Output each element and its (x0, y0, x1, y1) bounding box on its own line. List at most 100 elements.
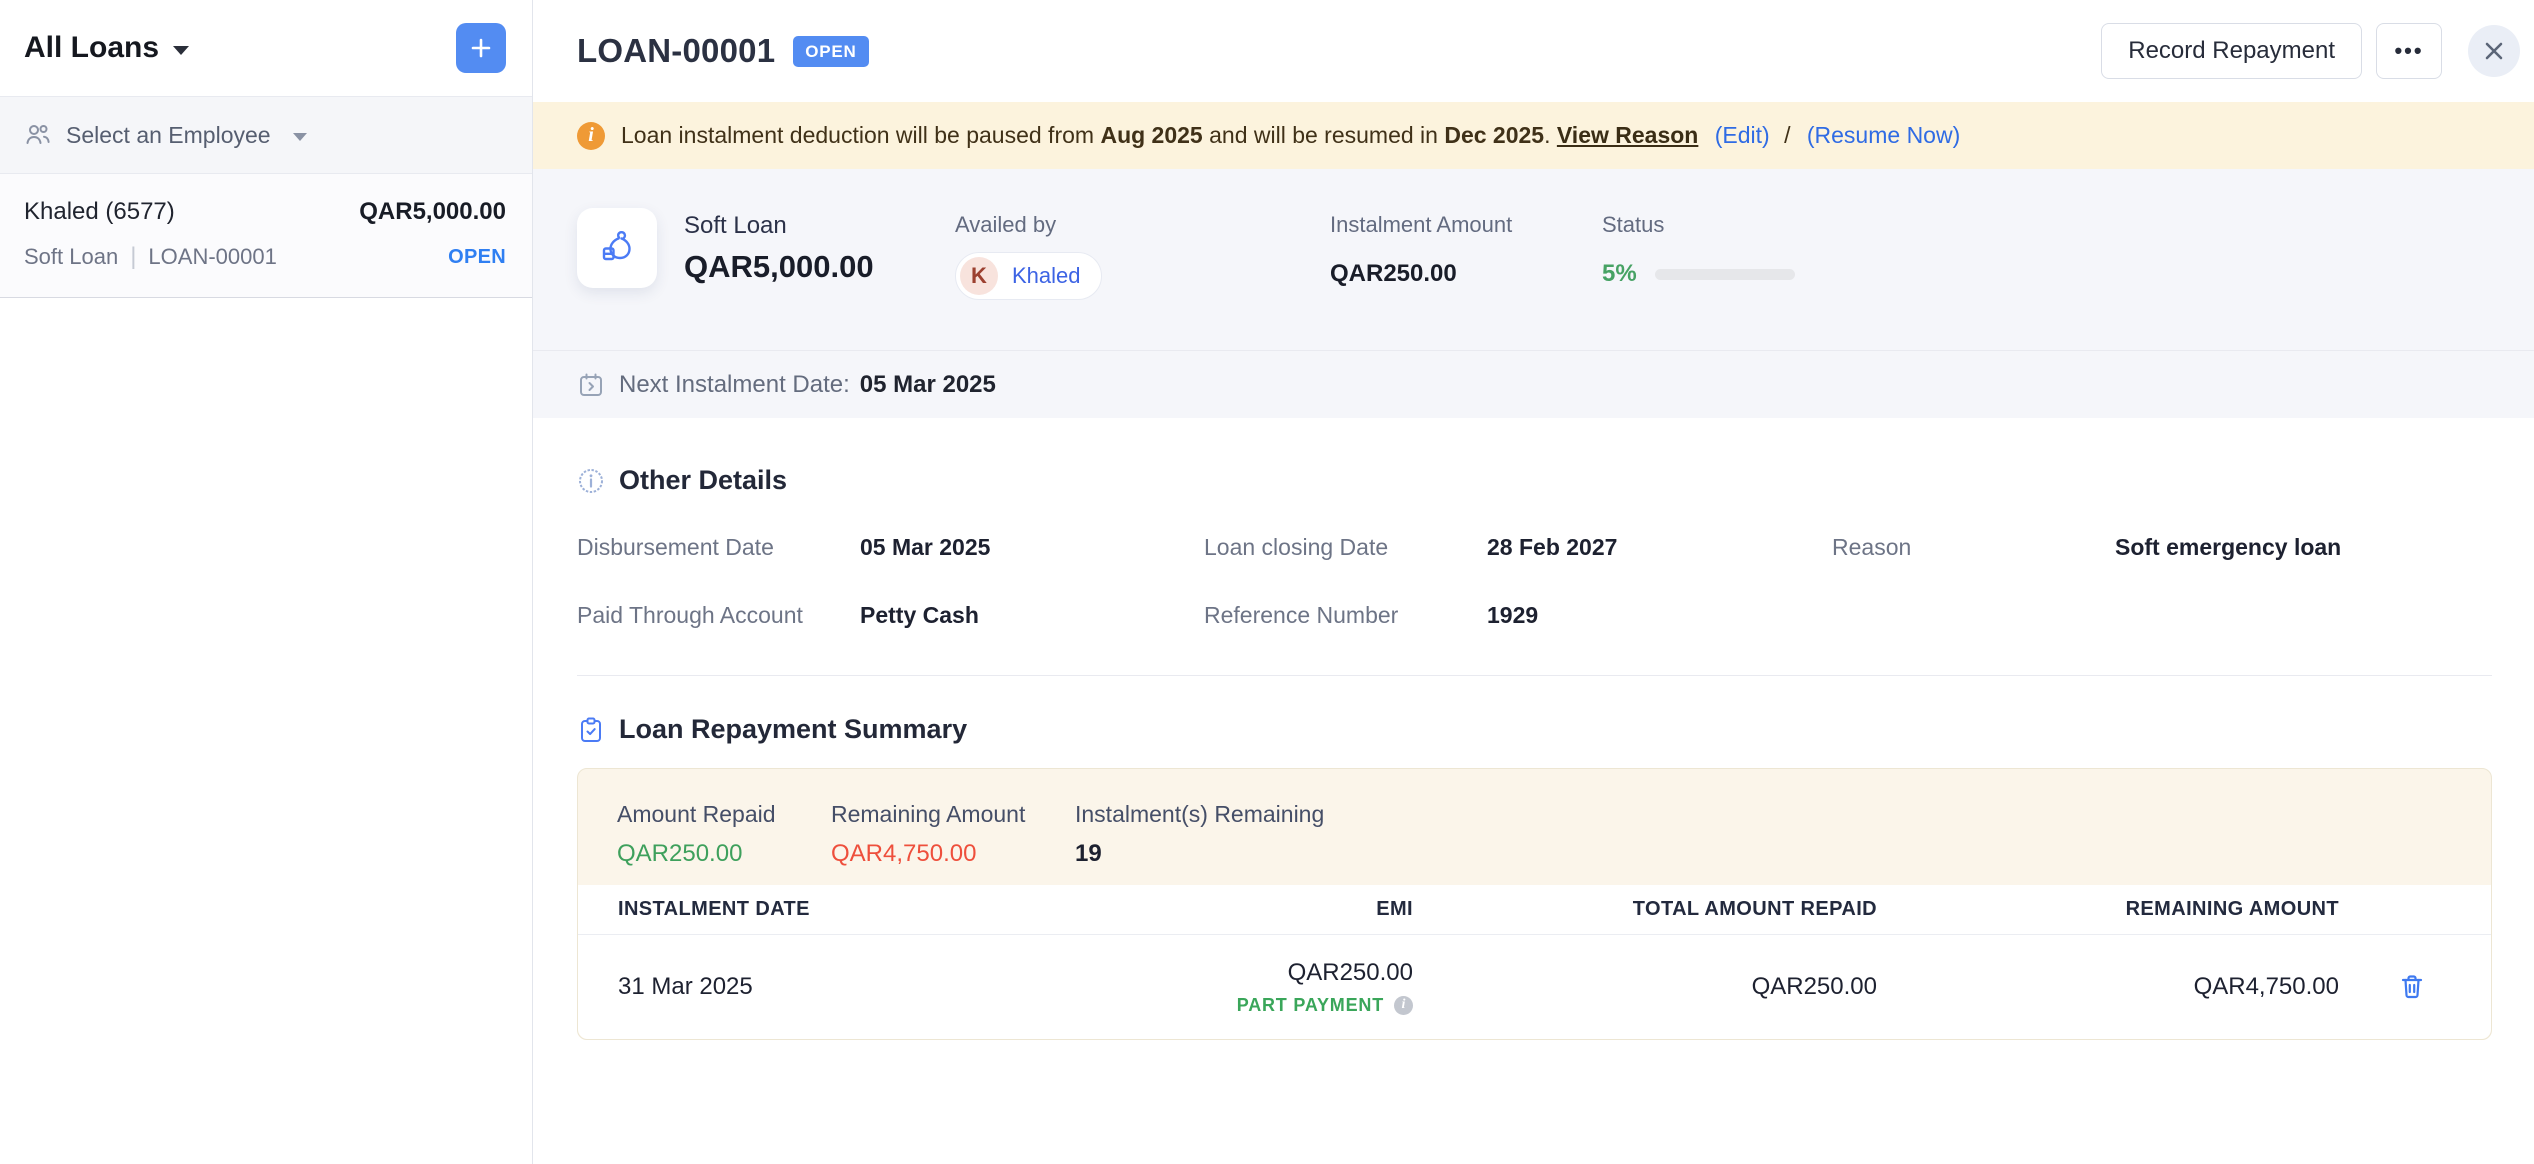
other-details-title: Other Details (619, 465, 787, 496)
stat-value: 19 (1075, 840, 1324, 868)
banner-period: . (1544, 122, 1550, 148)
cell-total-repaid: QAR250.00 (1413, 973, 1877, 1001)
money-bag-icon (594, 225, 640, 271)
loan-amount: QAR5,000.00 (359, 198, 506, 226)
all-loans-dropdown[interactable]: All Loans (24, 31, 189, 65)
loan-status-open: OPEN (448, 246, 506, 269)
delete-repayment-button[interactable] (2397, 972, 2427, 1002)
next-instalment-value: 05 Mar 2025 (860, 371, 996, 399)
sidebar-header: All Loans (0, 0, 532, 97)
stat-value: QAR250.00 (617, 840, 831, 868)
col-header-emi: EMI (1018, 898, 1413, 921)
section-divider (577, 675, 2492, 676)
field-disbursement-date: Disbursement Date 05 Mar 2025 (577, 534, 1204, 561)
part-payment-info-icon[interactable]: i (1394, 996, 1413, 1015)
more-options-button[interactable]: ••• (2376, 23, 2442, 79)
field-loan-closing-date: Loan closing Date 28 Feb 2027 (1204, 534, 1832, 561)
loan-icon-card (577, 208, 657, 288)
loan-id: LOAN-00001 (148, 244, 276, 270)
instalment-amount-label: Instalment Amount (1330, 212, 1602, 238)
status-label: Status (1602, 212, 1795, 238)
availed-by-block: Availed by K Khaled (955, 212, 1330, 300)
next-instalment-label: Next Instalment Date: (619, 371, 850, 399)
field-label: Loan closing Date (1204, 534, 1487, 561)
loan-employee-name: Khaled (6577) (24, 198, 175, 226)
instalment-amount-block: Instalment Amount QAR250.00 (1330, 212, 1602, 288)
field-label: Reference Number (1204, 602, 1487, 629)
col-header-total-repaid: TOTAL AMOUNT REPAID (1413, 898, 1877, 921)
close-icon (2483, 40, 2505, 62)
close-button[interactable] (2468, 25, 2520, 77)
plus-icon (469, 36, 493, 60)
next-instalment-row: Next Instalment Date: 05 Mar 2025 (533, 350, 2534, 418)
field-value: Petty Cash (860, 602, 979, 629)
repayment-table: INSTALMENT DATE EMI TOTAL AMOUNT REPAID … (578, 885, 2491, 1039)
loan-type-label: Soft Loan (684, 212, 955, 240)
loan-detail-panel: LOAN-00001 OPEN Record Repayment ••• i L… (533, 0, 2534, 1164)
loan-summary-band: Soft Loan QAR5,000.00 Availed by K Khale… (533, 169, 2534, 350)
field-label: Reason (1832, 534, 2115, 561)
stat-instalments-remaining: Instalment(s) Remaining 19 (1075, 801, 1324, 885)
cell-remaining: QAR4,750.00 (1877, 973, 2339, 1001)
part-payment-tag: PART PAYMENT (1237, 995, 1384, 1016)
loan-type: Soft Loan (24, 244, 118, 270)
stat-label: Instalment(s) Remaining (1075, 801, 1324, 828)
employee-filter-label: Select an Employee (66, 122, 271, 149)
page-title: LOAN-00001 (577, 32, 775, 70)
emi-amount: QAR250.00 (1288, 959, 1413, 986)
banner-paused-month: Aug 2025 (1100, 122, 1202, 148)
status-badge: OPEN (793, 36, 868, 67)
banner-text: Loan instalment deduction will be paused… (621, 122, 1960, 149)
view-reason-link[interactable]: View Reason (1557, 122, 1698, 148)
repayment-stats: Amount Repaid QAR250.00 Remaining Amount… (578, 769, 2491, 885)
pause-warning-banner: i Loan instalment deduction will be paus… (533, 102, 2534, 169)
cell-emi: QAR250.00 PART PAYMENT i (1018, 959, 1413, 1016)
avatar: K (960, 257, 998, 295)
info-circle-icon (577, 467, 605, 495)
col-header-instalment-date: INSTALMENT DATE (578, 898, 1018, 921)
chevron-down-icon (173, 46, 189, 55)
stat-label: Amount Repaid (617, 801, 831, 828)
banner-slash: / (1784, 122, 1790, 148)
employee-filter-dropdown[interactable]: Select an Employee (0, 97, 532, 174)
availed-by-label: Availed by (955, 212, 1330, 238)
people-icon (24, 121, 52, 149)
resume-now-link[interactable]: (Resume Now) (1807, 122, 1960, 148)
field-reason: Reason Soft emergency loan (1832, 534, 2490, 561)
progress-bar (1655, 269, 1795, 280)
field-label: Disbursement Date (577, 534, 860, 561)
repayment-summary-title: Loan Repayment Summary (619, 714, 967, 745)
field-label: Paid Through Account (577, 602, 860, 629)
add-loan-button[interactable] (456, 23, 506, 73)
banner-resumed-month: Dec 2025 (1444, 122, 1544, 148)
repayment-summary-header: Loan Repayment Summary (533, 714, 2534, 745)
employee-chip[interactable]: K Khaled (955, 252, 1102, 300)
banner-text-mid: and will be resumed in (1203, 122, 1445, 148)
banner-text-pre: Loan instalment deduction will be paused… (621, 122, 1100, 148)
cell-instalment-date: 31 Mar 2025 (578, 973, 1018, 1001)
stat-label: Remaining Amount (831, 801, 1075, 828)
field-reference-number: Reference Number 1929 (1204, 602, 1832, 629)
loan-list-item[interactable]: Khaled (6577) QAR5,000.00 Soft Loan | LO… (0, 174, 532, 298)
field-value: Soft emergency loan (2115, 534, 2341, 561)
employee-name-link: Khaled (1012, 263, 1081, 289)
stat-remaining-amount: Remaining Amount QAR4,750.00 (831, 801, 1075, 885)
loan-amount-value: QAR5,000.00 (684, 249, 955, 285)
field-paid-through-account: Paid Through Account Petty Cash (577, 602, 1204, 629)
app-window: All Loans Select an Employee Khaled (657… (0, 0, 2534, 1164)
col-header-remaining: REMAINING AMOUNT (1877, 898, 2339, 921)
status-percent: 5% (1602, 260, 1637, 288)
loan-type-block: Soft Loan QAR5,000.00 (684, 212, 955, 285)
field-value: 05 Mar 2025 (860, 534, 990, 561)
chevron-down-icon (293, 133, 307, 141)
record-repayment-button[interactable]: Record Repayment (2101, 23, 2362, 79)
trash-icon (2397, 972, 2427, 1002)
detail-topbar: LOAN-00001 OPEN Record Repayment ••• (533, 0, 2534, 102)
warning-info-icon: i (577, 122, 605, 150)
instalment-amount-value: QAR250.00 (1330, 260, 1602, 288)
stat-value: QAR4,750.00 (831, 840, 1075, 868)
edit-pause-link[interactable]: (Edit) (1715, 122, 1770, 148)
status-block: Status 5% (1602, 212, 1795, 288)
clipboard-check-icon (577, 716, 605, 744)
calendar-next-icon (577, 371, 605, 399)
